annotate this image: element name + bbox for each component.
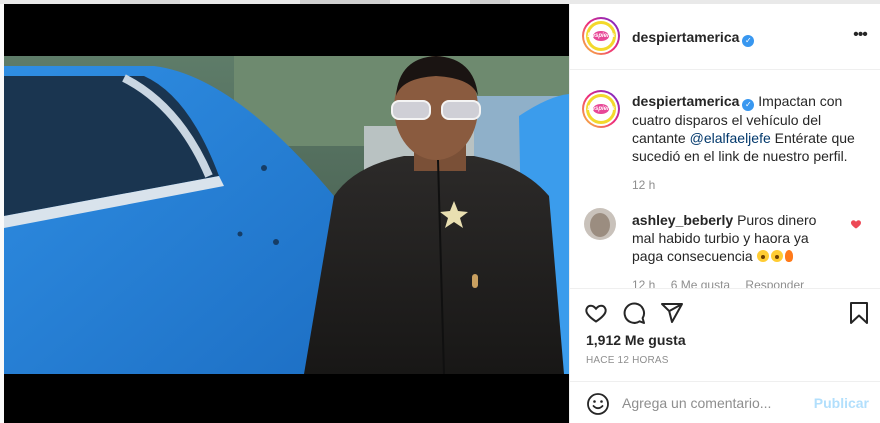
comment-composer: Publicar (570, 381, 880, 423)
post-photo (4, 56, 569, 374)
caption-mention-link[interactable]: @elalfaeljefe (690, 130, 771, 146)
caption-timestamp[interactable]: 12 h (632, 178, 655, 192)
comment-reply-button[interactable]: Responder (745, 278, 804, 288)
brand-logo: Despierta (587, 30, 615, 42)
more-options-icon[interactable]: ••• (851, 26, 869, 44)
share-icon[interactable] (660, 301, 684, 325)
comment-timestamp[interactable]: 12 h (632, 278, 655, 288)
publish-button[interactable]: Publicar (814, 395, 869, 411)
caption-avatar[interactable]: Despierta (582, 90, 620, 128)
author-username-text[interactable]: despiertamerica (632, 29, 739, 45)
post-actions: 1,912 Me gusta HACE 12 HORAS (570, 288, 880, 388)
emoji-icon[interactable] (586, 392, 610, 416)
caption-text: despiertamerica ✓ Impactan con cuatro dis… (632, 92, 857, 165)
commenter-avatar[interactable] (584, 208, 616, 240)
comment-like-heart-icon[interactable] (850, 218, 862, 230)
comment-username[interactable]: ashley_beberly (632, 212, 733, 228)
bookmark-icon[interactable] (847, 301, 871, 325)
fire-emoji-icon (784, 250, 793, 262)
astonished-emoji-icon (756, 250, 769, 262)
astonished-emoji-icon (770, 250, 783, 262)
caption-username[interactable]: despiertamerica (632, 93, 739, 109)
post-age[interactable]: HACE 12 HORAS (586, 355, 669, 366)
post-side-panel: Despierta despiertamerica ✓ ••• Despierta… (569, 4, 880, 423)
post-media[interactable] (4, 4, 569, 423)
comment-likes[interactable]: 6 Me gusta (671, 278, 730, 288)
like-count[interactable]: 1,912 Me gusta (586, 332, 686, 348)
comments-section: Despierta despiertamerica ✓ Impactan con … (570, 70, 880, 288)
author-avatar[interactable]: Despierta (582, 17, 620, 55)
verified-badge-icon: ✓ (742, 99, 755, 111)
comment-meta: 12 h 6 Me gusta Responder (632, 278, 816, 288)
brand-logo-small: Despierta (587, 103, 615, 115)
heart-icon[interactable] (584, 301, 608, 325)
comment-icon[interactable] (622, 301, 646, 325)
post-header: Despierta despiertamerica ✓ ••• (570, 4, 880, 70)
verified-badge-icon: ✓ (742, 35, 755, 47)
comment-text: ashley_beberly Puros dinero mal habido t… (632, 211, 832, 265)
comment-input[interactable] (622, 394, 812, 412)
author-username[interactable]: despiertamerica ✓ (632, 29, 755, 47)
